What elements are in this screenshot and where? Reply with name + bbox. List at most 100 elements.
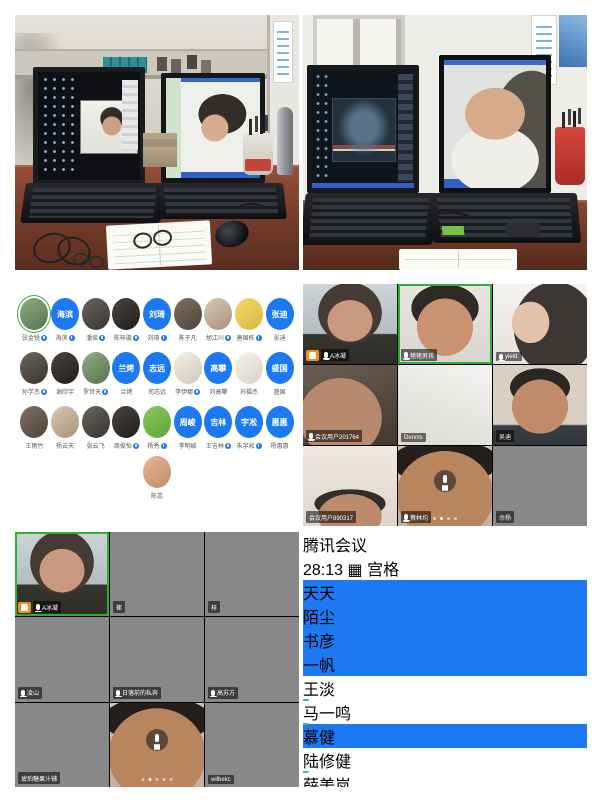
roster-participant[interactable]: 周峻 李明峻: [172, 406, 203, 450]
mic-overlay-icon[interactable]: [434, 470, 456, 492]
video-tile[interactable]: 高苏方: [205, 617, 299, 701]
avatar-initials: 张迪: [272, 309, 288, 320]
participant-name: 猪猪男孩: [410, 351, 434, 360]
roster-participant[interactable]: 杨秀: [142, 406, 173, 450]
participant-grid: 王淡 马一鸣 慕健 陆修健 薛美岚 杜逸庠: [303, 676, 587, 787]
roster-participant[interactable]: 周俊怡: [111, 406, 142, 450]
video-tile[interactable]: 蔡林均: [398, 446, 492, 526]
blue-banner: [559, 15, 587, 67]
participant-tile[interactable]: 王淡: [303, 676, 587, 700]
participant-tile[interactable]: 薛美岚: [303, 772, 587, 787]
participant-name-row: 孙福杰: [240, 387, 258, 396]
roster-solo-row: 陈蕊: [19, 456, 295, 500]
video-tile[interactable]: 吴迪: [493, 365, 587, 445]
roster-participant[interactable]: 张迪 张迪: [264, 298, 295, 342]
video-tile[interactable]: 崔: [110, 532, 204, 616]
participant-name-row: 罗世天: [83, 387, 108, 396]
participant-avatar: 天天: [303, 580, 587, 604]
participant-name: 孙福杰: [240, 387, 258, 396]
roster-participant[interactable]: 陈子凡: [172, 298, 203, 342]
avatar-initials: 志远: [149, 363, 165, 374]
roster-participant[interactable]: 盛国 盛国: [264, 352, 295, 396]
roster-participant[interactable]: 海滨 海滨: [50, 298, 81, 342]
roster-participant[interactable]: 宇凇 朱宇凇: [234, 406, 265, 450]
roster-participant[interactable]: 惠惠 杨惠惠: [264, 406, 295, 450]
video-tile[interactable]: Dennis: [398, 365, 492, 445]
roster-participant[interactable]: 张云飞: [80, 406, 111, 450]
participant-name-row: 杨惠惠: [271, 441, 289, 450]
participant-name-row: 刘琦: [147, 333, 166, 342]
video-grid-panel-a: A冰凝 猪猪男孩 yield.: [303, 284, 587, 526]
video-tile[interactable]: [110, 703, 204, 787]
participant-name: 王雨竹: [25, 441, 43, 450]
roster-participant[interactable]: 谢欣宇: [50, 352, 81, 396]
cup-red-band: [245, 159, 271, 171]
roster-participant[interactable]: 孙福杰: [234, 352, 265, 396]
participant-name: wilbekc: [211, 777, 231, 783]
roster-participant[interactable]: 胡江川: [203, 298, 234, 342]
touchpad: [505, 223, 540, 237]
participant-avatar: [143, 456, 171, 488]
clipped-tile[interactable]: 书彦: [303, 628, 587, 652]
participant-avatar: 盛国: [266, 352, 294, 384]
roster-participant[interactable]: 孙学杰: [19, 352, 50, 396]
raise-hand-icon: [18, 602, 31, 613]
participant-name: 朱宇凇: [236, 441, 254, 450]
avatar-initials: 高攀: [210, 363, 226, 374]
mic-muted-badge-icon: [69, 335, 75, 341]
book-stack: [143, 133, 177, 167]
participant-avatar: 宇凇: [235, 406, 263, 438]
mic-icon: [21, 690, 25, 696]
participant-name: 杨惠惠: [271, 441, 289, 450]
video-tile[interactable]: 凌山: [15, 617, 109, 701]
participant-name: A冰凝: [42, 603, 58, 612]
participant-name-row: 李明峻: [179, 441, 197, 450]
participant-avatar: 慕健: [303, 724, 587, 748]
participant-tile[interactable]: 马一鸣: [303, 700, 587, 724]
roster-participant[interactable]: 陈梓璇: [111, 298, 142, 342]
photo-classroom-laptops-left: [15, 15, 299, 270]
roster-participant[interactable]: 兰烤 兰烤: [111, 352, 142, 396]
video-tile[interactable]: 会议用户201764: [303, 365, 397, 445]
mic-overlay-icon[interactable]: [146, 729, 168, 751]
roster-participant[interactable]: 刘琦 刘琦: [142, 298, 173, 342]
roster-participant[interactable]: 张金锐: [19, 298, 50, 342]
layout-label[interactable]: 宫格: [367, 562, 399, 579]
tile-name-label: 日落前的私奔: [113, 687, 161, 699]
participant-name: 会议用户201764: [315, 432, 359, 441]
roster-participant[interactable]: 潘俊: [80, 298, 111, 342]
clipped-tile[interactable]: 天天: [303, 580, 587, 604]
participant-name: 刘琦: [147, 333, 159, 342]
roster-participant[interactable]: 高攀 刘高攀: [203, 352, 234, 396]
roster-participant[interactable]: 志远 司志远: [142, 352, 173, 396]
video-tile[interactable]: 梓: [205, 532, 299, 616]
layout-grid-icon[interactable]: ▦: [348, 562, 363, 579]
participant-tile[interactable]: 慕健 陆修健: [303, 724, 587, 772]
participant-list: [398, 74, 413, 182]
roster-participant[interactable]: 杨云天: [50, 406, 81, 450]
roster-participant[interactable]: 王雨竹: [19, 406, 50, 450]
video-tile[interactable]: 日落前的私奔: [110, 617, 204, 701]
video-tile[interactable]: 琥珀糖果汁铺: [15, 703, 109, 787]
video-tile[interactable]: wilbekc: [205, 703, 299, 787]
video-tile[interactable]: yield.: [493, 284, 587, 364]
shelf-clutter: [157, 57, 167, 71]
roster-participant[interactable]: 罗世天: [80, 352, 111, 396]
tile-label-row: 蔡林均: [401, 511, 431, 523]
clipped-tile[interactable]: 一帆: [303, 652, 587, 676]
roster-participant[interactable]: 陈蕊: [143, 456, 171, 500]
roster-participant[interactable]: 唐国栋: [234, 298, 265, 342]
roster-participant[interactable]: 吉林 王吉林: [203, 406, 234, 450]
video-tile[interactable]: 猪猪男孩: [398, 284, 492, 364]
video-tile[interactable]: 佘杨: [493, 446, 587, 526]
participant-name-row: 唐国栋: [236, 333, 261, 342]
tile-name-label: wilbekc: [208, 775, 234, 784]
video-tile[interactable]: A冰凝: [15, 532, 109, 616]
video-tile[interactable]: A冰凝: [303, 284, 397, 364]
roster-participant[interactable]: 李伊娜: [172, 352, 203, 396]
video-tile[interactable]: 会议用户890317: [303, 446, 397, 526]
participant-name: 盛国: [274, 387, 286, 396]
mic-muted-badge-icon: [133, 335, 139, 341]
clipped-tile[interactable]: 陌尘: [303, 604, 587, 628]
participant-avatar: 陌尘: [303, 604, 587, 628]
